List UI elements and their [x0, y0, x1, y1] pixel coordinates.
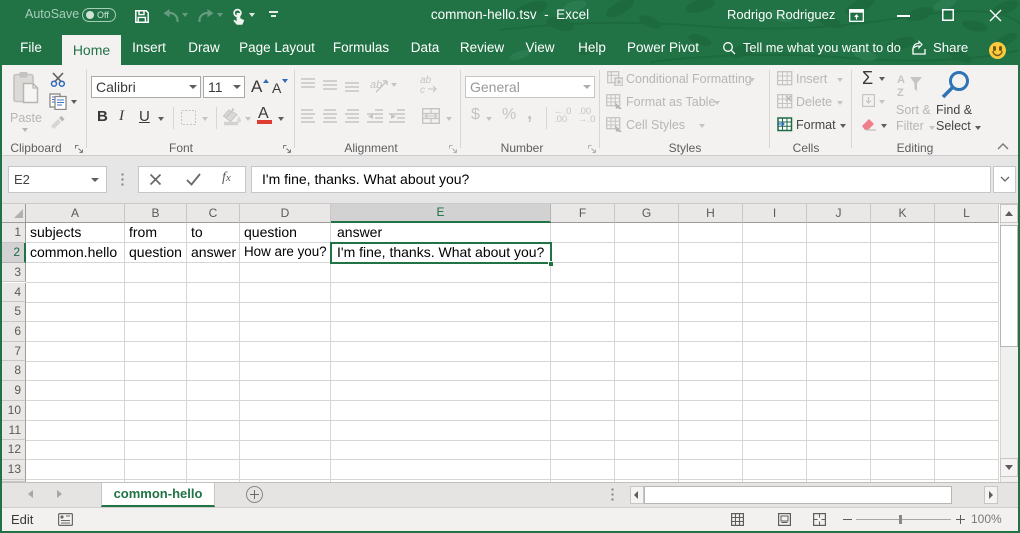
svg-text:A: A — [897, 74, 905, 86]
svg-text:Z: Z — [897, 87, 904, 99]
svg-text:c: c — [420, 85, 425, 94]
svg-text:ab: ab — [370, 79, 382, 91]
